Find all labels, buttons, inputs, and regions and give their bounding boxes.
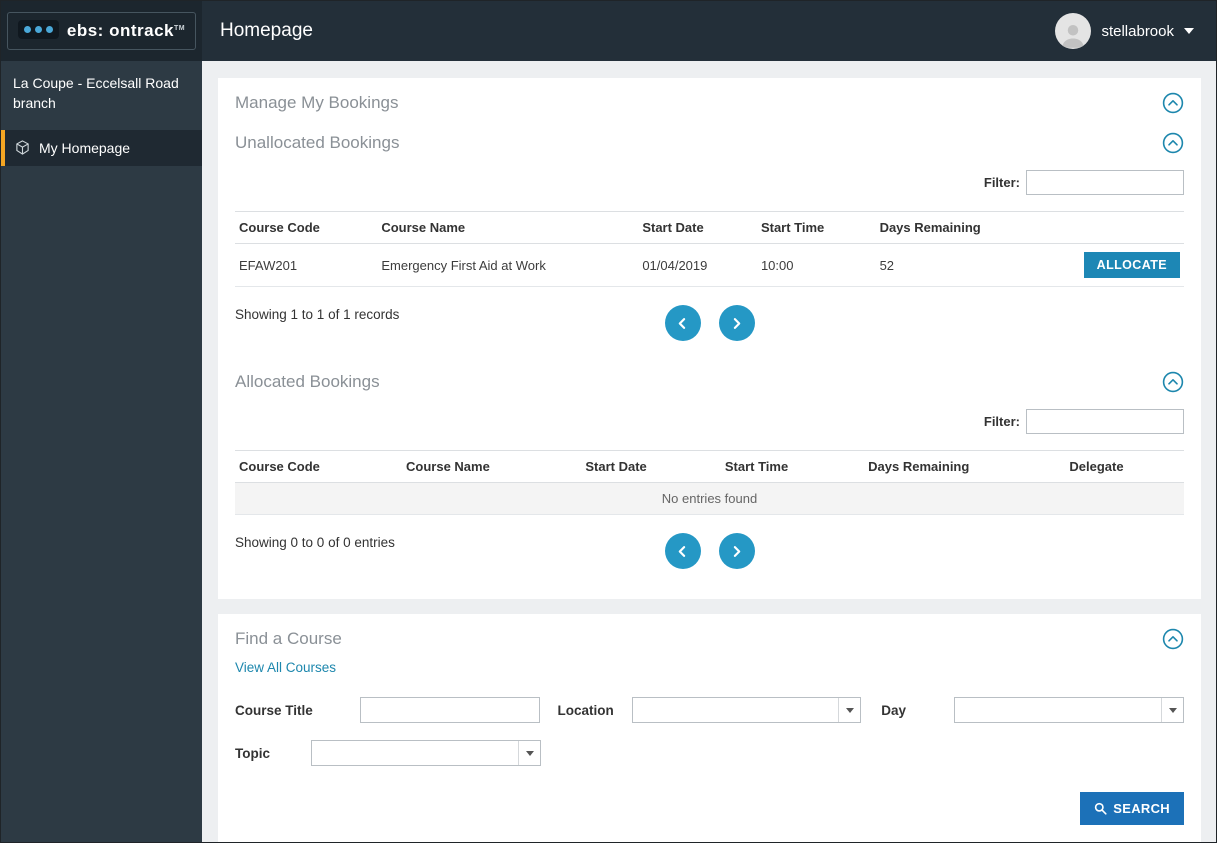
chevron-up-circle-icon (1162, 132, 1184, 154)
unallocated-bookings-header: Unallocated Bookings (235, 132, 1184, 154)
location-label: Location (557, 702, 614, 718)
allocated-bookings-title: Allocated Bookings (235, 372, 380, 391)
table-header-row: Course Code Course Name Start Date Start… (235, 211, 1184, 244)
unallocated-filter-input[interactable] (1026, 170, 1184, 195)
collapse-find-course-button[interactable] (1162, 628, 1184, 650)
chevron-down-icon (1184, 28, 1194, 34)
ebs-dots-icon (17, 20, 59, 39)
find-course-header: Find a Course (235, 628, 1184, 650)
course-search-row-1: Course Title Location Day (235, 697, 1184, 723)
logo-text: ebs: ontrackTM (66, 21, 186, 40)
next-page-button[interactable] (718, 305, 755, 341)
cube-icon (16, 140, 29, 155)
person-icon (1062, 25, 1085, 48)
sidebar: La Coupe - Eccelsall Road branch My Home… (1, 61, 202, 842)
search-button-row: SEARCH (235, 792, 1184, 825)
cell-course-name: Emergency First Aid at Work (381, 257, 546, 273)
action-column-header (1027, 212, 1184, 244)
collapse-manage-bookings-button[interactable] (1162, 92, 1184, 114)
allocated-bookings-table: Course Code Course Name Start Date Start… (235, 450, 1184, 515)
manage-bookings-title: Manage My Bookings (235, 93, 399, 112)
column-header: Start Time (760, 220, 825, 235)
user-avatar (1055, 13, 1092, 49)
cell-action: ALLOCATE (1027, 244, 1184, 287)
chevron-right-icon (733, 317, 741, 329)
column-header: Course Code (239, 220, 320, 235)
unallocated-filter-row: Filter: (235, 170, 1184, 195)
select-caret-icon (1161, 698, 1183, 722)
previous-page-button[interactable] (664, 533, 701, 569)
topic-label: Topic (235, 745, 270, 761)
allocated-pagination-band: Showing 0 to 0 of 0 entries (235, 529, 1184, 581)
column-header: Start Date (585, 459, 647, 474)
cell-start-time: 10:00 (760, 257, 794, 273)
manage-bookings-card: Manage My Bookings Unallocated Bookings … (218, 78, 1201, 599)
filter-label: Filter: (983, 414, 1020, 429)
search-icon (1095, 802, 1107, 815)
sidebar-item-label: My Homepage (39, 139, 131, 156)
user-menu[interactable]: stellabrook (1055, 13, 1194, 49)
sidebar-item-my-homepage[interactable]: My Homepage (1, 129, 202, 166)
empty-message: No entries found (235, 482, 1184, 515)
allocated-bookings-header: Allocated Bookings (235, 371, 1184, 393)
main-content: Manage My Bookings Unallocated Bookings … (202, 61, 1216, 842)
day-select[interactable] (953, 697, 1184, 723)
column-header: Delegate (1069, 459, 1124, 474)
unallocated-records-summary: Showing 1 to 1 of 1 records (235, 307, 400, 322)
chevron-up-circle-icon (1162, 371, 1184, 393)
booking-row: EFAW201 Emergency First Aid at Work 01/0… (235, 244, 1184, 287)
filter-label: Filter: (983, 175, 1020, 190)
trademark-symbol: TM (173, 25, 186, 32)
allocate-button[interactable]: ALLOCATE (1083, 252, 1180, 278)
column-header: Course Name (381, 220, 466, 235)
select-caret-icon (518, 741, 540, 765)
unallocated-bookings-title: Unallocated Bookings (235, 133, 400, 152)
collapse-allocated-button[interactable] (1162, 371, 1184, 393)
column-header: Start Time (724, 459, 789, 474)
find-course-card: Find a Course View All Courses Course Ti… (218, 614, 1201, 842)
find-course-title: Find a Course (235, 629, 342, 648)
top-header: ebs: ontrackTM Homepage stellabrook (1, 1, 1216, 61)
allocated-filter-row: Filter: (235, 409, 1184, 434)
column-header: Days Remaining (868, 459, 970, 474)
location-select[interactable] (632, 697, 862, 723)
course-search-row-2: Topic (235, 740, 1184, 766)
search-button-label: SEARCH (1113, 801, 1170, 816)
collapse-unallocated-button[interactable] (1162, 132, 1184, 154)
course-title-label: Course Title (235, 702, 313, 718)
column-header: Days Remaining (879, 220, 981, 235)
allocated-records-summary: Showing 0 to 0 of 0 entries (235, 535, 395, 550)
cell-start-date: 01/04/2019 (642, 257, 708, 273)
chevron-left-icon (678, 545, 686, 557)
user-name: stellabrook (1101, 22, 1174, 40)
next-page-button[interactable] (718, 533, 755, 569)
chevron-left-icon (678, 317, 686, 329)
manage-bookings-header: Manage My Bookings (235, 92, 1184, 114)
select-caret-icon (838, 698, 860, 722)
page-title: Homepage (220, 20, 313, 41)
view-all-courses-link[interactable]: View All Courses (235, 660, 336, 675)
search-button[interactable]: SEARCH (1080, 792, 1184, 825)
column-header: Start Date (642, 220, 704, 235)
empty-table-row: No entries found (235, 482, 1184, 515)
column-header: Course Name (406, 459, 490, 474)
table-header-row: Course Code Course Name Start Date Start… (235, 450, 1184, 483)
app-logo: ebs: ontrackTM (6, 12, 197, 50)
chevron-up-circle-icon (1162, 628, 1184, 650)
chevron-right-icon (733, 545, 741, 557)
cell-course-code: EFAW201 (239, 257, 298, 273)
unallocated-pagination-band: Showing 1 to 1 of 1 records (235, 301, 1184, 353)
column-header: Course Code (239, 459, 320, 474)
logo-area: ebs: ontrackTM (1, 1, 202, 61)
course-title-input[interactable] (360, 697, 541, 723)
previous-page-button[interactable] (664, 305, 701, 341)
cell-days-remaining: 52 (879, 257, 895, 273)
branch-name: La Coupe - Eccelsall Road branch (13, 75, 179, 112)
allocated-filter-input[interactable] (1026, 409, 1184, 434)
unallocated-bookings-table: Course Code Course Name Start Date Start… (235, 211, 1184, 287)
chevron-up-circle-icon (1162, 92, 1184, 114)
topic-select[interactable] (311, 740, 541, 766)
day-label: Day (881, 702, 906, 718)
